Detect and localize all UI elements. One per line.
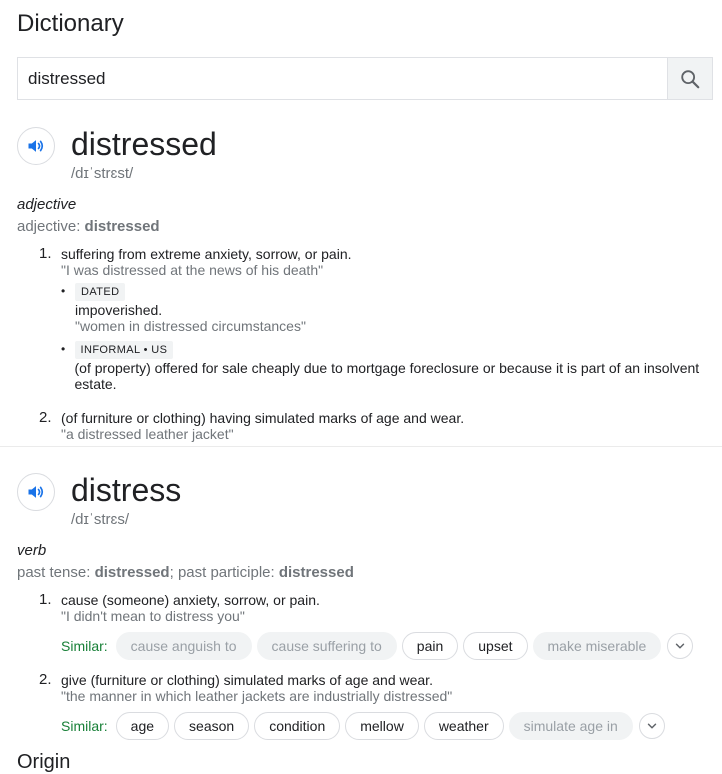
chevron-down-icon bbox=[647, 723, 657, 729]
forms-label: adjective: bbox=[17, 218, 85, 235]
word-forms: adjective: distressed bbox=[17, 218, 722, 236]
similar-row: Similar: cause anguish to cause sufferin… bbox=[61, 632, 722, 660]
definition: (of furniture or clothing) having simula… bbox=[61, 410, 465, 426]
sense-number: 1. bbox=[39, 591, 52, 608]
sub-senses: • DATED impoverished. "women in distress… bbox=[61, 282, 722, 392]
example: "a distressed leather jacket" bbox=[61, 426, 234, 442]
forms-value: distressed bbox=[84, 218, 160, 235]
search-bar bbox=[17, 57, 713, 100]
similar-chip[interactable]: weather bbox=[423, 712, 504, 740]
similar-row: Similar: age season condition mellow wea… bbox=[61, 712, 722, 740]
search-icon bbox=[681, 69, 700, 88]
phonetic: /dɪˈstrɛst/ bbox=[71, 165, 134, 182]
usage-tag: INFORMAL • US bbox=[74, 341, 174, 359]
example: "women in distressed circumstances" bbox=[75, 318, 306, 334]
example: "the manner in which leather jackets are… bbox=[61, 688, 453, 704]
speaker-icon bbox=[28, 486, 44, 498]
entry-distress: distress /dɪˈstrɛs/ verb past tense: dis… bbox=[17, 470, 722, 752]
similar-chip[interactable]: season bbox=[174, 712, 250, 740]
example: "I didn't mean to distress you" bbox=[61, 608, 245, 624]
similar-chip[interactable]: upset bbox=[463, 632, 528, 660]
definition: give (furniture or clothing) simulated m… bbox=[61, 672, 433, 688]
definition: cause (someone) anxiety, sorrow, or pain… bbox=[61, 592, 320, 608]
similar-chip[interactable]: simulate age in bbox=[508, 712, 633, 740]
sense-item: 1. suffering from extreme anxiety, sorro… bbox=[39, 246, 722, 398]
chevron-down-icon bbox=[676, 643, 685, 649]
usage-tag: DATED bbox=[75, 283, 126, 301]
expand-similar-button[interactable] bbox=[638, 713, 665, 739]
definition: suffering from extreme anxiety, sorrow, … bbox=[61, 246, 352, 262]
sense-item: 1. cause (someone) anxiety, sorrow, or p… bbox=[39, 592, 722, 660]
sense-number: 2. bbox=[39, 671, 52, 688]
sense-item: 2. give (furniture or clothing) simulate… bbox=[39, 672, 722, 740]
senses-list: 1. suffering from extreme anxiety, sorro… bbox=[39, 246, 722, 443]
part-of-speech: verb bbox=[17, 542, 47, 559]
example: "I was distressed at the news of his dea… bbox=[61, 262, 324, 278]
pronounce-button[interactable] bbox=[17, 473, 55, 511]
phonetic: /dɪˈstrɛs/ bbox=[71, 511, 130, 528]
entry-distressed: distressed /dɪˈstrɛst/ adjective adjecti… bbox=[17, 124, 722, 454]
similar-chip[interactable]: cause anguish to bbox=[115, 632, 252, 660]
part-of-speech: adjective bbox=[17, 196, 77, 213]
definition: (of property) offered for sale cheaply d… bbox=[74, 360, 700, 392]
entry-divider bbox=[0, 446, 722, 447]
sub-sense: • INFORMAL • US (of property) offered fo… bbox=[61, 340, 722, 392]
definition: impoverished. bbox=[75, 302, 163, 318]
similar-chip[interactable]: condition bbox=[254, 712, 341, 740]
forms-label: past tense: bbox=[17, 564, 95, 581]
similar-label: Similar: bbox=[61, 718, 108, 734]
sense-number: 1. bbox=[39, 245, 52, 262]
expand-similar-button[interactable] bbox=[667, 633, 694, 659]
similar-label: Similar: bbox=[61, 638, 108, 654]
headword: distress bbox=[71, 472, 182, 508]
senses-list: 1. cause (someone) anxiety, sorrow, or p… bbox=[39, 592, 722, 740]
headword: distressed bbox=[71, 126, 217, 162]
page-title: Dictionary bbox=[17, 10, 124, 37]
bullet: • bbox=[61, 284, 66, 298]
sense-item: 2. (of furniture or clothing) having sim… bbox=[39, 409, 722, 443]
forms-value: distressed bbox=[278, 564, 354, 581]
speaker-icon bbox=[28, 140, 44, 152]
sub-sense: • DATED impoverished. "women in distress… bbox=[61, 282, 722, 334]
search-button[interactable] bbox=[667, 58, 712, 99]
similar-chip[interactable]: cause suffering to bbox=[256, 632, 397, 660]
similar-chip[interactable]: age bbox=[115, 712, 170, 740]
similar-chip[interactable]: mellow bbox=[345, 712, 419, 740]
forms-value: distressed bbox=[94, 564, 170, 581]
similar-chip[interactable]: pain bbox=[401, 632, 459, 660]
word-forms: past tense: distressed; past participle:… bbox=[17, 564, 722, 582]
bullet: • bbox=[61, 342, 66, 356]
pronounce-button[interactable] bbox=[17, 127, 55, 165]
forms-separator: ; past participle: bbox=[169, 564, 279, 581]
search-input[interactable] bbox=[18, 58, 667, 99]
sense-number: 2. bbox=[39, 409, 52, 426]
similar-chip[interactable]: make miserable bbox=[532, 632, 662, 660]
